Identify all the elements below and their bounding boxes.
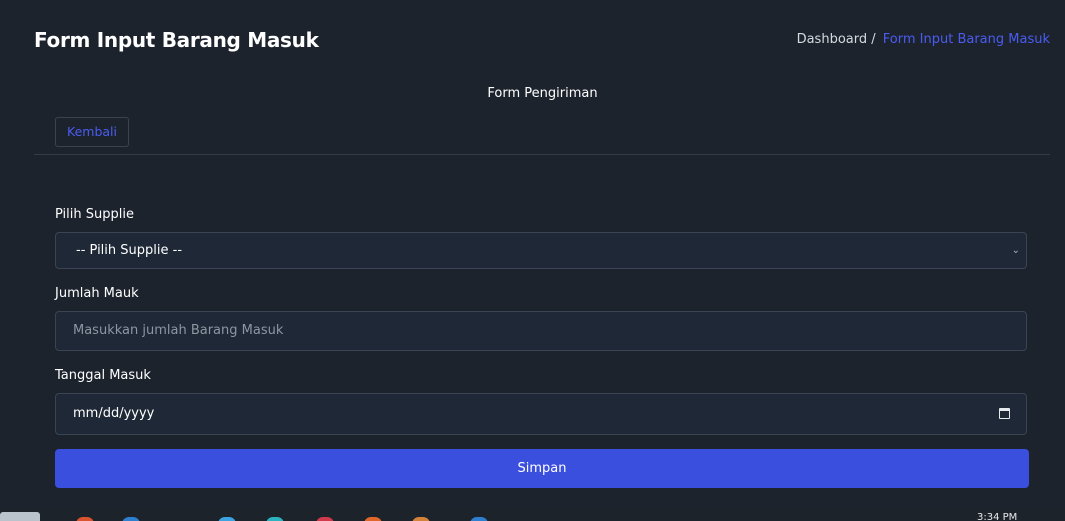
quantity-label: Jumlah Mauk [55,286,139,301]
back-button[interactable]: Kembali [55,117,129,147]
taskbar: 3:34 PM [0,509,1065,521]
app-icon[interactable] [76,517,94,521]
taskbar-clock: 3:34 PM [977,512,1018,521]
supplier-label: Pilih Supplie [55,207,134,222]
breadcrumb-dashboard-link[interactable]: Dashboard [797,32,868,47]
breadcrumb: Dashboard / Form Input Barang Masuk [797,32,1050,47]
date-label: Tanggal Masuk [55,368,151,383]
date-input[interactable]: mm/dd/yyyy [55,393,1027,435]
date-input-placeholder: mm/dd/yyyy [73,406,155,421]
chevron-down-icon: ⌄ [1011,245,1020,256]
app-icon[interactable] [316,517,334,521]
app-icon[interactable] [266,517,284,521]
quantity-input-placeholder: Masukkan jumlah Barang Masuk [73,323,284,338]
quantity-input[interactable]: Masukkan jumlah Barang Masuk [55,311,1027,351]
card-divider [34,154,1050,155]
app-icon[interactable] [412,517,430,521]
supplier-select[interactable]: -- Pilih Supplie -- ⌄ [55,232,1027,269]
supplier-select-value: -- Pilih Supplie -- [76,243,183,258]
page: Form Input Barang Masuk Dashboard / Form… [0,0,1065,521]
app-icon[interactable] [470,517,488,521]
page-title: Form Input Barang Masuk [34,28,319,52]
calendar-icon[interactable] [999,408,1010,419]
card-title: Form Pengiriman [487,86,598,101]
app-icon[interactable] [122,517,140,521]
breadcrumb-separator: / [871,32,876,47]
app-icon[interactable] [364,517,382,521]
app-icon[interactable] [218,517,236,521]
breadcrumb-current[interactable]: Form Input Barang Masuk [883,32,1050,47]
save-button[interactable]: Simpan [55,449,1029,488]
start-button-icon[interactable] [0,512,40,521]
